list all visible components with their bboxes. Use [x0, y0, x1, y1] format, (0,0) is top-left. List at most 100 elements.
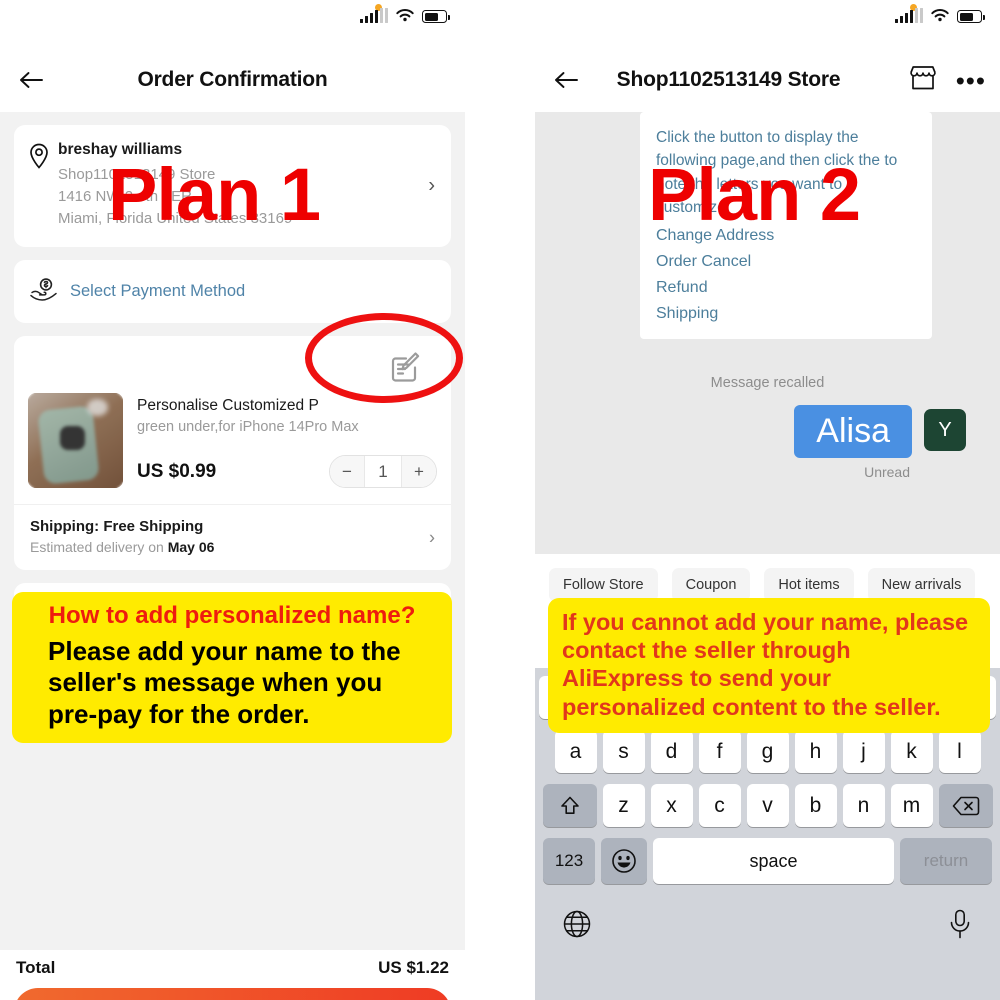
key-g[interactable]: g [746, 730, 789, 773]
quick-link-order-cancel[interactable]: Order Cancel [656, 245, 916, 271]
chip-hot-items[interactable]: Hot items [764, 568, 854, 602]
shipping-chevron-icon: › [429, 527, 435, 548]
shipping-estimate: Estimated delivery on May 06 [30, 539, 435, 555]
message-recalled-notice: Message recalled [710, 375, 825, 391]
chip-coupon[interactable]: Coupon [671, 568, 751, 602]
key-l[interactable]: l [938, 730, 981, 773]
backspace-key[interactable] [938, 784, 993, 827]
chip-new-arrivals[interactable]: New arrivals [867, 568, 976, 602]
shipping-method: Shipping: Free Shipping [30, 518, 204, 536]
key-a[interactable]: a [554, 730, 597, 773]
shipping-address-card[interactable]: breshay williams Shop1102513149 Store 14… [14, 125, 451, 248]
key-s[interactable]: s [602, 730, 645, 773]
key-z[interactable]: z [602, 784, 645, 827]
address-street: 1416 NW 2 4th TER [58, 187, 192, 205]
qty-decrease-button[interactable]: − [330, 456, 364, 488]
quick-link-refund[interactable]: Refund [656, 271, 916, 297]
payment-method-label[interactable]: Select Payment Method [70, 282, 245, 301]
wifi-icon-right [931, 9, 949, 22]
note-right-body: If you cannot add your name, please cont… [562, 609, 969, 720]
chat-body: Click the button to display the followin… [535, 112, 1000, 1000]
message-list: Click the button to display the followin… [535, 112, 1000, 480]
signal-bars-icon [360, 8, 388, 23]
address-city: Miami, Florida United States 33169 [58, 209, 293, 227]
key-m[interactable]: m [890, 784, 933, 827]
microphone-icon[interactable] [946, 908, 974, 945]
address-store: Shop1102513149 Store [58, 166, 216, 183]
note-left-body: Please add your name to the seller's mes… [48, 635, 401, 730]
product-title: Personalise Customized P [137, 397, 319, 415]
back-arrow-icon-right [555, 72, 578, 88]
outgoing-message-row: Alisa Y [557, 405, 978, 458]
shipping-row[interactable]: Shipping: Free Shipping Estimated delive… [14, 504, 451, 570]
signal-bars-icon-right [895, 8, 923, 23]
key-d[interactable]: d [650, 730, 693, 773]
storefront-icon[interactable] [908, 64, 938, 97]
annotation-note-left: How to add personalized name? Please add… [12, 592, 452, 743]
status-bar-right [535, 0, 1000, 48]
edit-note-icon[interactable] [387, 350, 421, 389]
chip-follow-store[interactable]: Follow Store [549, 568, 658, 602]
note-left-heading: How to add personalized name? [48, 602, 416, 629]
money-hand-icon [30, 277, 58, 306]
key-v[interactable]: v [746, 784, 789, 827]
emoji-key[interactable] [601, 838, 647, 884]
numeric-key[interactable]: 123 [543, 838, 595, 884]
backspace-icon [952, 796, 979, 815]
more-options-icon[interactable]: ••• [956, 67, 986, 93]
qty-value[interactable]: 1 [364, 456, 402, 488]
order-scroll-area[interactable]: breshay williams Shop1102513149 Store 14… [0, 112, 465, 950]
address-chevron-icon: › [428, 174, 435, 197]
panel-gutter [465, 0, 535, 1000]
total-label: Total [16, 958, 56, 977]
qty-increase-button[interactable]: + [402, 456, 436, 488]
outgoing-message-bubble[interactable]: Alisa [794, 405, 912, 458]
shift-key[interactable] [542, 784, 597, 827]
quick-link-change-address[interactable]: Change Address [656, 219, 916, 245]
key-f[interactable]: f [698, 730, 741, 773]
screenshot-stage: Order Confirmation breshay williams Shop… [0, 0, 1000, 1000]
chat-navbar: Shop1102513149 Store ••• [535, 48, 1000, 112]
key-h[interactable]: h [794, 730, 837, 773]
space-key[interactable]: space [653, 838, 894, 884]
key-c[interactable]: c [698, 784, 741, 827]
keyboard-row-home: a s d f g h j k l [539, 730, 996, 773]
payment-method-card[interactable]: Select Payment Method [14, 260, 451, 324]
product-variant: green under,for iPhone 14Pro Max [137, 419, 359, 436]
quantity-stepper[interactable]: − 1 + [329, 455, 437, 489]
key-x[interactable]: x [650, 784, 693, 827]
recipient-name: breshay williams [58, 141, 183, 158]
back-arrow-icon [20, 72, 43, 88]
page-title: Order Confirmation [137, 68, 328, 91]
battery-icon-right [957, 10, 985, 23]
estimate-prefix: Estimated delivery on [30, 539, 164, 556]
total-value: US $1.22 [378, 958, 449, 977]
message-status-unread: Unread [864, 463, 910, 480]
wifi-icon [396, 9, 414, 22]
globe-icon[interactable] [561, 908, 593, 945]
status-bar-left [0, 0, 465, 48]
place-order-button[interactable]: Place order [14, 988, 451, 1000]
key-n[interactable]: n [842, 784, 885, 827]
estimate-date: May 06 [167, 539, 215, 556]
keyboard-row-bottom: z x c v b n m [539, 784, 996, 827]
left-navbar: Order Confirmation [0, 48, 465, 112]
chat-panel: Shop1102513149 Store ••• Click the butto… [535, 0, 1000, 1000]
shift-arrow-icon [560, 796, 579, 814]
order-body: breshay williams Shop1102513149 Store 14… [0, 112, 465, 1000]
checkout-bar: Total US $1.22 Place order [0, 950, 465, 1000]
order-confirmation-panel: Order Confirmation breshay williams Shop… [0, 0, 465, 1000]
key-b[interactable]: b [794, 784, 837, 827]
product-thumbnail[interactable] [28, 393, 123, 489]
quick-link-shipping[interactable]: Shipping [656, 297, 916, 323]
return-key[interactable]: return [900, 838, 992, 884]
product-card: Personalise Customized P green under,for… [14, 336, 451, 571]
key-k[interactable]: k [890, 730, 933, 773]
product-price: US $0.99 [137, 460, 217, 482]
avatar: Y [924, 409, 966, 451]
chat-back-button[interactable] [549, 63, 583, 97]
key-j[interactable]: j [842, 730, 885, 773]
keyboard-row-controls: 123 space return [539, 838, 996, 884]
battery-icon [422, 10, 450, 23]
back-button[interactable] [14, 63, 48, 97]
